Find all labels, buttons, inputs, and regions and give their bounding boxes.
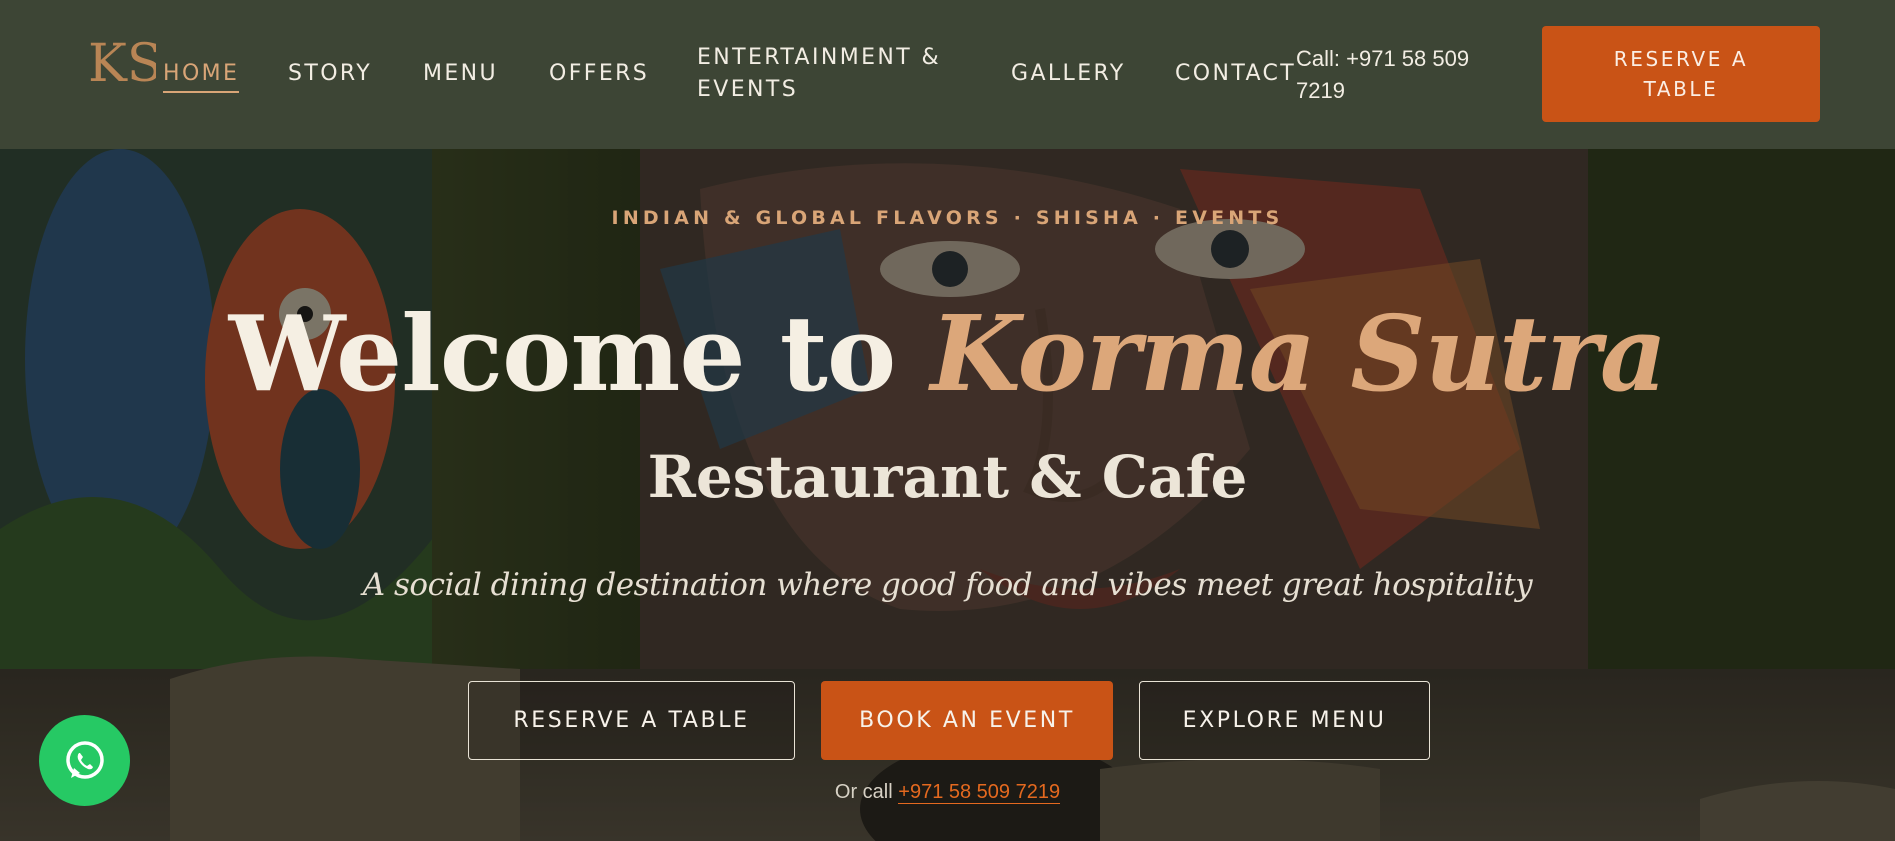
nav-story[interactable]: STORY bbox=[288, 58, 372, 90]
nav-entertainment-events[interactable]: ENTERTAINMENT & EVENTS bbox=[697, 42, 957, 106]
site-header: KS HOME STORY MENU OFFERS ENTERTAINMENT … bbox=[0, 0, 1895, 149]
reserve-table-button[interactable]: RESERVE A TABLE bbox=[468, 681, 795, 760]
book-event-button[interactable]: BOOK AN EVENT bbox=[821, 681, 1113, 760]
explore-menu-button[interactable]: EXPLORE MENU bbox=[1139, 681, 1430, 760]
nav-gallery[interactable]: GALLERY bbox=[1011, 58, 1126, 90]
hero-eyebrow: INDIAN & GLOBAL FLAVORS · SHISHA · EVENT… bbox=[611, 207, 1284, 229]
or-call-line: Or call +971 58 509 7219 bbox=[0, 781, 1895, 804]
nav-offers[interactable]: OFFERS bbox=[549, 58, 649, 90]
or-call-phone-link[interactable]: +971 58 509 7219 bbox=[898, 781, 1061, 804]
nav-contact[interactable]: CONTACT bbox=[1175, 58, 1296, 90]
header-phone[interactable]: Call: +971 58 509 7219 bbox=[1296, 43, 1496, 107]
whatsapp-icon bbox=[65, 740, 104, 779]
hero-title-brand: Korma Sutra bbox=[930, 292, 1667, 415]
whatsapp-button[interactable] bbox=[39, 715, 130, 806]
hero-section: INDIAN & GLOBAL FLAVORS · SHISHA · EVENT… bbox=[0, 149, 1895, 841]
hero-title-prefix: Welcome to bbox=[228, 292, 897, 415]
svg-text:KS: KS bbox=[88, 34, 156, 94]
nav-home[interactable]: HOME bbox=[163, 58, 240, 93]
hero-tagline: A social dining destination where good f… bbox=[362, 567, 1533, 603]
or-call-label: Or call bbox=[834, 781, 893, 803]
hero-subtitle: Restaurant & Cafe bbox=[647, 443, 1248, 511]
header-reserve-button[interactable]: RESERVE A TABLE bbox=[1542, 26, 1820, 122]
logo[interactable]: KS bbox=[86, 33, 156, 115]
hero-title: Welcome to Korma Sutra bbox=[0, 289, 1895, 419]
nav-menu[interactable]: MENU bbox=[423, 58, 498, 90]
